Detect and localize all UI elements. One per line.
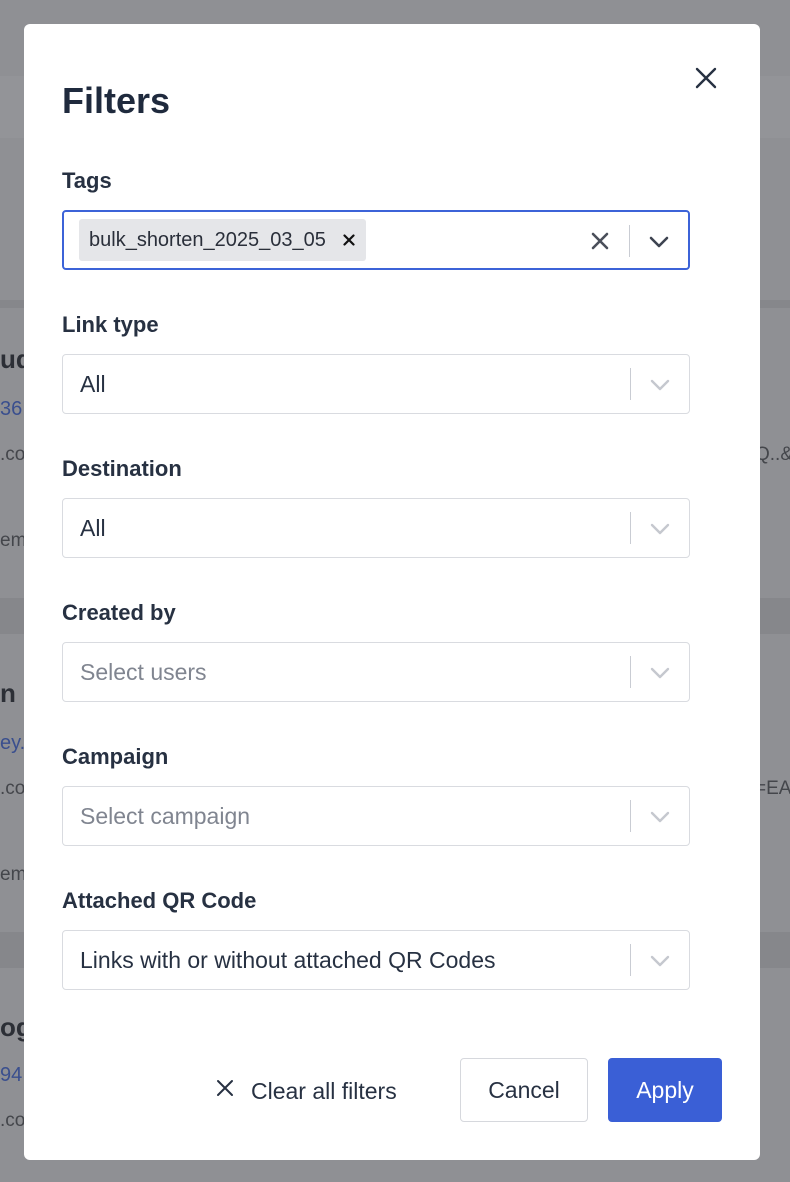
background-text: .co (0, 1110, 26, 1131)
background-text: .co (0, 778, 26, 799)
tag-chip: bulk_shorten_2025_03_05 (79, 219, 366, 261)
select-separator (630, 656, 631, 688)
clear-all-filters-label: Clear all filters (251, 1077, 397, 1104)
link-type-label: Link type (62, 312, 159, 337)
tags-select[interactable]: bulk_shorten_2025_03_05 (62, 210, 690, 270)
link-type-select[interactable]: All (62, 354, 690, 414)
chevron-down-icon[interactable] (649, 375, 671, 395)
campaign-label: Campaign (62, 744, 169, 769)
destination-label: Destination (62, 456, 182, 481)
qr-code-select[interactable]: Links with or without attached QR Codes (62, 930, 690, 990)
select-separator (630, 512, 631, 544)
tag-remove-button[interactable] (342, 233, 356, 247)
close-icon (343, 234, 355, 246)
tags-label: Tags (62, 168, 112, 193)
created-by-label: Created by (62, 600, 176, 625)
background-link: ey. (0, 732, 26, 754)
chevron-down-icon[interactable] (649, 951, 671, 971)
select-separator (630, 368, 631, 400)
qr-code-value: Links with or without attached QR Codes (80, 946, 496, 973)
background-link: 94 (0, 1064, 23, 1086)
background-text: Q..& (755, 444, 790, 465)
background-text: em (0, 864, 27, 885)
background-text: .co (0, 444, 26, 465)
link-type-value: All (80, 370, 106, 397)
chevron-down-icon[interactable] (649, 807, 671, 827)
select-separator (630, 800, 631, 832)
background-text: =EA (755, 778, 790, 799)
campaign-placeholder: Select campaign (80, 802, 251, 829)
select-separator (630, 944, 631, 976)
campaign-select[interactable]: Select campaign (62, 786, 690, 846)
chevron-down-icon[interactable] (648, 232, 670, 252)
created-by-placeholder: Select users (80, 658, 207, 685)
destination-select[interactable]: All (62, 498, 690, 558)
close-icon (695, 67, 717, 89)
clear-tags-button[interactable] (590, 231, 610, 251)
close-button[interactable] (692, 64, 720, 92)
background-text: em (0, 530, 27, 551)
filters-modal: Filters Tags bulk_shorten_2025_03_05 Lin… (24, 24, 760, 1160)
chevron-down-icon[interactable] (649, 519, 671, 539)
apply-button[interactable]: Apply (608, 1058, 722, 1122)
tag-chip-label: bulk_shorten_2025_03_05 (89, 228, 326, 251)
clear-icon (591, 232, 609, 250)
background-link: 36 (0, 398, 23, 420)
close-icon (217, 1080, 233, 1096)
qr-code-label: Attached QR Code (62, 888, 257, 913)
modal-title: Filters (62, 80, 171, 121)
destination-value: All (80, 514, 106, 541)
cancel-button[interactable]: Cancel (460, 1058, 588, 1122)
select-separator (629, 225, 630, 257)
created-by-select[interactable]: Select users (62, 642, 690, 702)
chevron-down-icon[interactable] (649, 663, 671, 683)
clear-all-filters-button[interactable]: Clear all filters (216, 1076, 397, 1106)
